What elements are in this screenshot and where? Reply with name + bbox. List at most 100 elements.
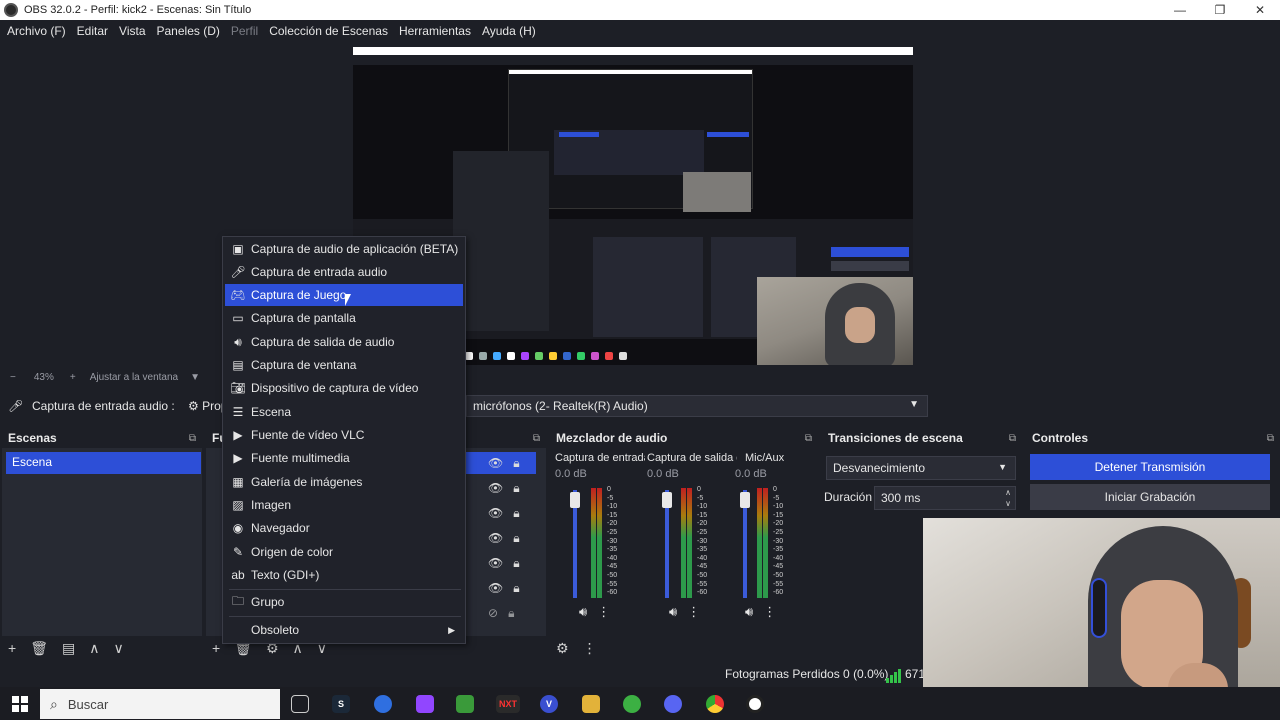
next-app-icon[interactable]: NXT — [496, 695, 520, 713]
menu-item-label: Captura de salida de audio — [251, 335, 395, 349]
eye-icon[interactable]: 👁 — [488, 456, 503, 470]
speaker-icon[interactable]: 🔊︎ — [579, 604, 587, 620]
fader-knob[interactable] — [570, 492, 580, 508]
add-source-icon[interactable]: + — [212, 640, 220, 656]
menu-editar[interactable]: Editar — [73, 24, 112, 38]
spinner-icon[interactable]: ∧ ∨ — [1005, 487, 1011, 509]
speaker-icon[interactable]: 🔊︎ — [745, 604, 753, 620]
menu-item-scene[interactable]: ☰ Escena — [225, 401, 463, 423]
transition-select[interactable]: Desvanecimiento ▼ — [826, 456, 1016, 480]
steam-icon[interactable]: S — [332, 695, 350, 713]
menu-item-browser[interactable]: ◉ Navegador — [225, 517, 463, 539]
zoom-out-button[interactable]: − — [10, 372, 16, 383]
mixer-title: Mezclador de audio — [556, 431, 668, 445]
menu-item-color-source[interactable]: ✎ Origen de color — [225, 541, 463, 563]
fader-knob[interactable] — [740, 492, 750, 508]
move-up-icon[interactable]: ∧ — [89, 640, 99, 657]
menu-item-text-gdi[interactable]: ab Texto (GDI+) — [225, 564, 463, 586]
menu-item-app-audio-capture[interactable]: ▣ Captura de audio de aplicación (BETA) — [225, 238, 463, 260]
menu-archivo[interactable]: Archivo (F) — [3, 24, 70, 38]
menu-item-display-capture[interactable]: ▭ Captura de pantalla — [225, 307, 463, 329]
add-scene-icon[interactable]: + — [8, 640, 16, 656]
menu-item-group[interactable]: 🗀 Grupo — [225, 591, 463, 613]
menu-item-image-slideshow[interactable]: ▦ Galería de imágenes — [225, 471, 463, 493]
eye-icon[interactable]: 👁 — [488, 506, 503, 520]
menu-perfil[interactable]: Perfil — [227, 24, 262, 38]
search-icon: ⌕ — [50, 695, 58, 712]
scale-tick: -35 — [773, 546, 784, 554]
lock-icon[interactable]: 🔒︎ — [513, 531, 519, 546]
undock-icon[interactable]: ⧉ — [533, 433, 540, 444]
kebab-menu-icon[interactable]: ⋮ — [687, 604, 700, 620]
lock-icon[interactable]: 🔒︎ — [513, 556, 519, 571]
menu-item-audio-output-capture[interactable]: 🔊︎ Captura de salida de audio — [225, 331, 463, 353]
start-recording-button[interactable]: Iniciar Grabación — [1030, 484, 1270, 510]
transitions-dock-title: Transiciones de escena ⧉ — [822, 428, 1022, 448]
menu-item-label: Dispositivo de captura de vídeo — [251, 381, 419, 395]
menu-herramientas[interactable]: Herramientas — [395, 24, 475, 38]
scene-item[interactable]: Escena — [6, 452, 201, 474]
discord-icon[interactable] — [664, 695, 682, 713]
lock-icon[interactable]: 🔒︎ — [513, 581, 519, 596]
taskbar-search[interactable]: ⌕ Buscar — [40, 689, 280, 719]
preview-taskbar-icon — [591, 352, 599, 360]
lock-icon[interactable]: 🔒︎ — [513, 481, 519, 496]
folder-icon[interactable] — [582, 695, 600, 713]
eye-icon[interactable]: 👁 — [488, 556, 503, 570]
lock-icon[interactable]: 🔒︎ — [508, 606, 514, 621]
maximize-button[interactable]: ❐ — [1200, 0, 1240, 20]
menu-item-media-source[interactable]: ▶ Fuente multimedia — [225, 447, 463, 469]
fit-to-window-label[interactable]: Ajustar a la ventana — [90, 372, 178, 383]
signal-icon — [886, 669, 901, 683]
close-button[interactable]: ✕ — [1240, 0, 1280, 20]
filters-icon[interactable]: ▤ — [62, 640, 75, 657]
kebab-menu-icon[interactable]: ⋮ — [763, 604, 776, 620]
app-icon[interactable]: V — [540, 695, 558, 713]
task-view-icon[interactable] — [291, 695, 309, 713]
channel-buttons: 🔊︎ ⋮ — [579, 604, 610, 620]
menu-item-image[interactable]: ▨ Imagen — [225, 494, 463, 516]
device-select[interactable]: micrófonos (2- Realtek(R) Audio) ▼ — [466, 395, 928, 417]
move-down-icon[interactable]: ∨ — [113, 640, 123, 657]
trash-icon[interactable]: 🗑 — [30, 640, 48, 657]
speaker-icon[interactable]: 🔊︎ — [669, 604, 677, 620]
scale-tick: -35 — [607, 546, 618, 554]
menu-ayuda[interactable]: Ayuda (H) — [478, 24, 540, 38]
menu-item-game-capture[interactable]: 🎮︎ Captura de Juego — [225, 284, 463, 306]
menu-item-vlc-source[interactable]: ▶ Fuente de vídeo VLC — [225, 424, 463, 446]
app-icon[interactable] — [374, 695, 392, 713]
stop-streaming-button[interactable]: Detener Transmisión — [1030, 454, 1270, 480]
menu-paneles[interactable]: Paneles (D) — [153, 24, 224, 38]
eye-hidden-icon[interactable]: ⊘ — [488, 606, 498, 620]
undock-icon[interactable]: ⧉ — [805, 433, 812, 444]
undock-icon[interactable]: ⧉ — [1267, 433, 1274, 444]
fit-dropdown-arrow[interactable]: ▼ — [190, 372, 200, 383]
gear-icon[interactable]: ⚙ — [556, 640, 569, 657]
undock-icon[interactable]: ⧉ — [1009, 433, 1016, 444]
eye-icon[interactable]: 👁 — [488, 481, 503, 495]
obs-icon[interactable] — [746, 695, 764, 713]
dropped-frames-status: Fotogramas Perdidos 0 (0.0%) — [725, 667, 889, 681]
minimize-button[interactable]: — — [1160, 0, 1200, 20]
utorrent-icon[interactable] — [623, 695, 641, 713]
lock-icon[interactable]: 🔒︎ — [513, 506, 519, 521]
twitch-icon[interactable] — [416, 695, 434, 713]
menu-item-audio-input-capture[interactable]: 🎤︎ Captura de entrada audio — [225, 261, 463, 283]
menu-item-deprecated[interactable]: Obsoleto ▶ — [225, 619, 463, 641]
undock-icon[interactable]: ⧉ — [189, 433, 196, 444]
app-icon[interactable] — [456, 695, 474, 713]
fader-knob[interactable] — [662, 492, 672, 508]
menu-vista[interactable]: Vista — [115, 24, 149, 38]
menu-item-video-capture-device[interactable]: 📷︎ Dispositivo de captura de vídeo — [225, 377, 463, 399]
eye-icon[interactable]: 👁 — [488, 531, 503, 545]
eye-icon[interactable]: 👁 — [488, 581, 503, 595]
lock-icon[interactable]: 🔒︎ — [513, 456, 519, 471]
windows-start-icon[interactable] — [12, 696, 28, 712]
zoom-in-button[interactable]: + — [70, 372, 76, 383]
duration-field[interactable]: 300 ms ∧ ∨ — [874, 486, 1016, 510]
kebab-menu-icon[interactable]: ⋮ — [597, 604, 610, 620]
menu-coleccion-escenas[interactable]: Colección de Escenas — [265, 24, 392, 38]
menu-item-window-capture[interactable]: ▤ Captura de ventana — [225, 354, 463, 376]
chrome-icon[interactable] — [706, 695, 724, 713]
kebab-menu-icon[interactable]: ⋮ — [583, 640, 597, 657]
